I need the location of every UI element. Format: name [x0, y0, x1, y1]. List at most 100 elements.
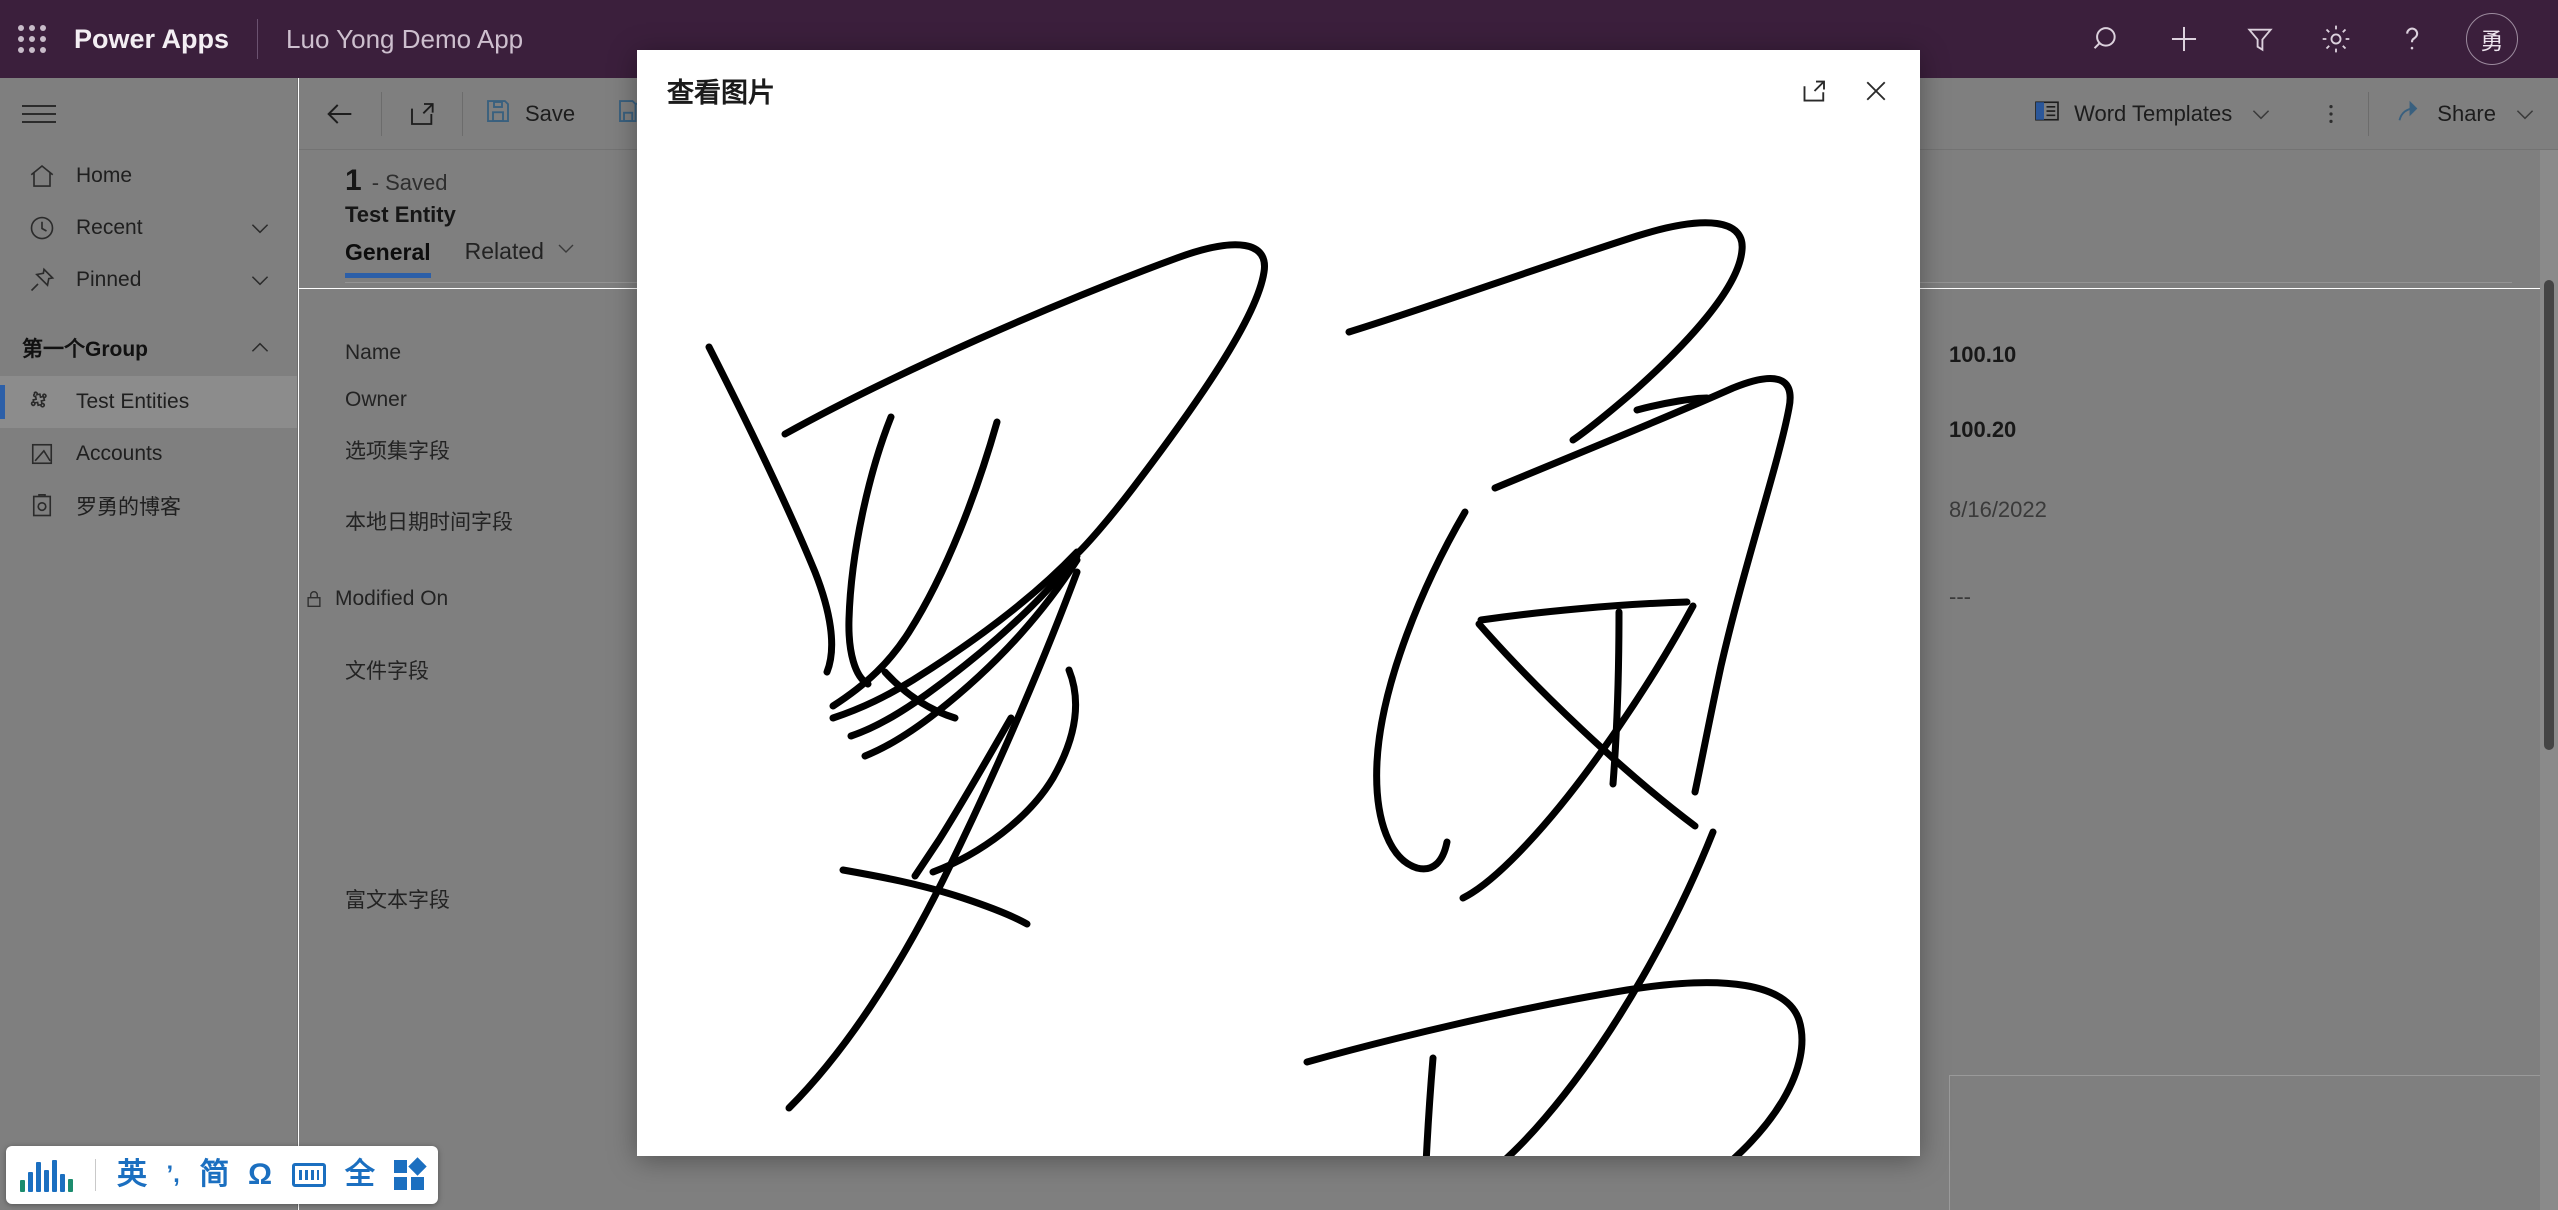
sidebar-item-accounts[interactable]: Accounts: [0, 428, 297, 480]
label-text: Owner: [345, 388, 407, 411]
signature-image: [637, 132, 1920, 1156]
field-label-modified-on: Modified On: [303, 587, 448, 611]
sidebar-item-label: Home: [76, 164, 133, 187]
ime-divider: [95, 1159, 96, 1191]
ime-symbols-button[interactable]: Ω: [239, 1160, 282, 1190]
chevron-up-icon[interactable]: [247, 335, 273, 361]
field-value: 100.20: [1949, 417, 2017, 442]
account-icon: [22, 434, 62, 474]
richtext-editor[interactable]: [1949, 1075, 2558, 1210]
avatar-initials: 勇: [2466, 13, 2518, 65]
dialog-title: 查看图片: [667, 78, 775, 108]
label-text: 富文本字段: [345, 889, 450, 912]
field-value: ---: [1949, 584, 1971, 609]
suite-actions: 勇: [2070, 0, 2558, 78]
lock-icon: [303, 588, 325, 610]
ime-language-toggle[interactable]: 英: [108, 1160, 156, 1190]
record-number: 1: [345, 164, 362, 197]
field-value: 100.10: [1949, 342, 2017, 367]
dialog-actions: [1788, 65, 1902, 117]
ime-fullwidth-toggle[interactable]: 全: [336, 1160, 384, 1190]
save-button-label: Save: [525, 100, 576, 126]
word-templates-label: Word Templates: [2074, 100, 2233, 126]
sidebar-item-label: Test Entities: [76, 390, 190, 413]
field-value-row[interactable]: ---: [1949, 584, 2558, 610]
sidebar-group-header[interactable]: 第一个Group: [0, 320, 297, 376]
plus-icon[interactable]: [2146, 0, 2222, 78]
back-arrow-icon[interactable]: [299, 78, 381, 150]
brand-title: Power Apps: [74, 23, 230, 54]
field-value-row[interactable]: 100.10: [1949, 342, 2558, 368]
record-status: - Saved: [371, 170, 448, 195]
sidebar-item-test-entities[interactable]: Test Entities: [0, 376, 297, 428]
filter-icon[interactable]: [2222, 0, 2298, 78]
field-value: 8/16/2022: [1949, 497, 2047, 522]
label-text: Modified On: [335, 587, 449, 610]
soft-keyboard-icon[interactable]: [291, 1163, 326, 1187]
field-label-file: 文件字段: [345, 655, 429, 685]
ime-toolbox-icon[interactable]: [393, 1157, 427, 1190]
label-text: 本地日期时间字段: [345, 511, 513, 534]
field-value-row-date[interactable]: 8/16/2022: [1949, 495, 2558, 525]
form-tab-strip: General Related: [345, 236, 578, 278]
sidebar-item-pinned[interactable]: Pinned: [0, 254, 297, 306]
chevron-down-icon[interactable]: [247, 215, 273, 241]
puzzle-icon: [22, 382, 62, 422]
brand-divider: [257, 19, 259, 59]
pop-out-icon[interactable]: [1788, 65, 1840, 117]
share-button[interactable]: Share: [2375, 78, 2558, 150]
close-icon[interactable]: [1850, 65, 1902, 117]
page-scrollbar-thumb[interactable]: [2544, 280, 2554, 750]
sidebar-item-blog[interactable]: 罗勇的博客: [0, 480, 297, 532]
pin-icon: [22, 260, 62, 300]
tab-general[interactable]: General: [345, 239, 431, 278]
sidebar-item-home[interactable]: Home: [0, 150, 297, 202]
label-text: Name: [345, 341, 402, 364]
chevron-down-icon[interactable]: [247, 267, 273, 293]
blog-icon: [22, 486, 62, 526]
field-value-row[interactable]: 100.20: [1949, 417, 2558, 443]
clock-icon: [22, 208, 62, 248]
ime-punctuation-toggle[interactable]: ’,: [156, 1163, 190, 1187]
dialog-titlebar: 查看图片: [637, 50, 1920, 132]
sidebar-item-label: Recent: [76, 216, 143, 239]
share-button-label: Share: [2437, 100, 2496, 126]
sidebar-item-label: 罗勇的博客: [76, 496, 181, 519]
ime-simplified-toggle[interactable]: 简: [190, 1160, 238, 1190]
word-icon: [2032, 96, 2062, 132]
command-divider: [2368, 91, 2370, 136]
help-icon[interactable]: [2374, 0, 2450, 78]
sidebar-item-label: Accounts: [76, 442, 163, 465]
chevron-down-icon[interactable]: [2508, 101, 2538, 127]
signature-strokes: [705, 219, 1806, 1156]
gear-icon[interactable]: [2298, 0, 2374, 78]
sidebar-group-label: 第一个Group: [22, 338, 148, 361]
sidebar-item-label: Pinned: [76, 268, 142, 291]
tab-general-label: General: [345, 239, 431, 265]
tab-related[interactable]: Related: [465, 236, 578, 278]
chevron-down-icon[interactable]: [2244, 101, 2274, 127]
save-icon: [483, 96, 513, 132]
new-window-icon[interactable]: [382, 78, 462, 150]
chevron-down-icon[interactable]: [554, 236, 578, 266]
ime-logo-icon[interactable]: [20, 1158, 73, 1192]
hamburger-icon[interactable]: [0, 78, 297, 150]
share-icon: [2395, 96, 2425, 132]
sidebar-item-recent[interactable]: Recent: [0, 202, 297, 254]
label-text: 选项集字段: [345, 440, 450, 463]
tab-related-label: Related: [464, 237, 544, 264]
search-icon[interactable]: [2070, 0, 2146, 78]
ime-toolbar: 英 ’, 简 Ω 全: [6, 1146, 438, 1204]
app-name: Luo Yong Demo App: [286, 23, 524, 54]
field-label-richtext: 富文本字段: [345, 884, 450, 914]
word-templates-button[interactable]: Word Templates: [2012, 78, 2294, 150]
view-image-dialog: 查看图片: [637, 50, 1920, 1156]
save-button[interactable]: Save: [463, 78, 595, 150]
page-scrollbar[interactable]: [2540, 150, 2558, 1210]
avatar[interactable]: 勇: [2450, 0, 2534, 78]
waffle-grid-icon[interactable]: [0, 0, 64, 78]
app-root: Power Apps Luo Yong Demo App 勇 Home Rece…: [0, 0, 2558, 1210]
more-vertical-icon[interactable]: [2294, 78, 2368, 150]
command-bar-right: Word Templates Share: [2012, 78, 2558, 150]
field-label-optionset: 选项集字段: [345, 435, 450, 465]
